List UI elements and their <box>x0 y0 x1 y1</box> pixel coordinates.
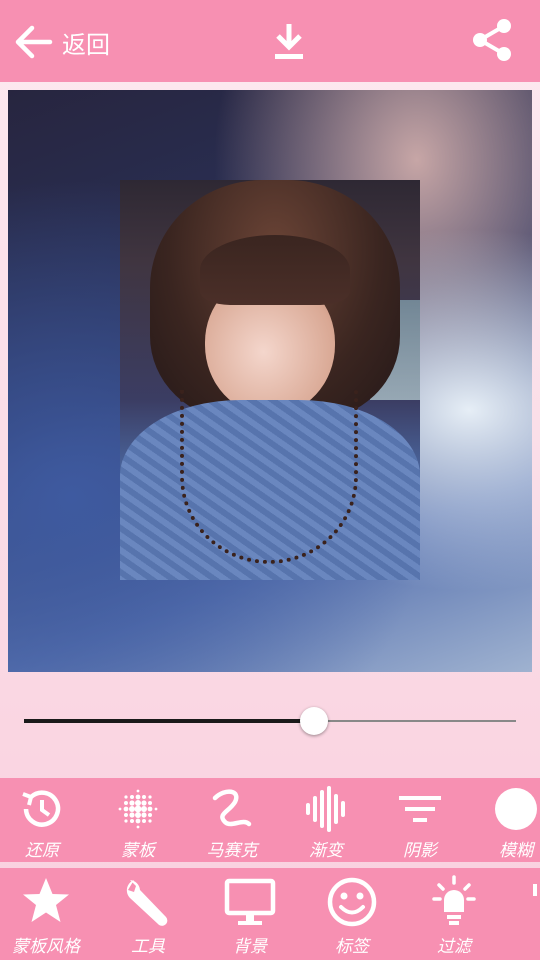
nav-tools-label: 工具 <box>131 937 165 957</box>
squiggle-icon <box>212 789 252 827</box>
wrench-icon <box>126 880 168 926</box>
nav-filters-label: 过滤 <box>437 937 471 957</box>
monitor-icon <box>224 878 276 925</box>
tool-restore[interactable]: 还原 <box>0 778 92 861</box>
tool-mask-label: 蒙板 <box>121 841 155 861</box>
tool-mosaic[interactable]: 马赛克 <box>182 778 282 861</box>
arrow-left-icon <box>15 25 53 59</box>
photo-necklace <box>180 390 358 564</box>
smiley-icon <box>327 877 377 927</box>
slider-fill <box>24 719 315 723</box>
tool-mosaic-label: 马赛克 <box>206 841 258 861</box>
effects-toolbar: 还原 蒙板 马赛克 渐变 阴影 模糊 <box>0 778 540 862</box>
download-icon <box>275 24 303 59</box>
tool-blur-label: 模糊 <box>499 841 533 861</box>
share-icon <box>473 19 511 61</box>
nav-mask-style[interactable]: 蒙板风格 <box>0 868 96 957</box>
tool-shadow-label: 阴影 <box>403 841 437 861</box>
portrait-photo[interactable] <box>120 180 420 580</box>
nav-stickers[interactable]: 标签 <box>302 868 402 957</box>
tool-gradient-label: 渐变 <box>309 841 343 861</box>
slider-thumb[interactable] <box>300 707 329 735</box>
lightbulb-icon <box>432 875 476 925</box>
top-bar: 返回 <box>0 0 540 82</box>
dot-grid-icon <box>118 789 158 829</box>
nav-stickers-label: 标签 <box>335 937 369 957</box>
tool-shadow[interactable]: 阴影 <box>370 778 470 861</box>
tool-gradient[interactable]: 渐变 <box>276 778 376 861</box>
main-toolbar: 蒙板风格 工具 背景 标签 过滤 <box>0 868 540 960</box>
filter-lines-icon <box>399 796 441 822</box>
share-button[interactable] <box>468 16 516 64</box>
tool-restore-label: 还原 <box>25 841 59 861</box>
sound-wave-icon <box>306 786 345 832</box>
nav-mask-style-label: 蒙板风格 <box>12 937 80 957</box>
back-button[interactable]: 返回 <box>12 18 110 66</box>
image-canvas[interactable] <box>8 90 532 672</box>
tool-mask[interactable]: 蒙板 <box>88 778 188 861</box>
history-icon <box>22 790 61 827</box>
nav-tools[interactable]: 工具 <box>98 868 198 957</box>
nav-background-label: 背景 <box>233 937 267 957</box>
circle-icon <box>495 788 537 830</box>
tool-blur[interactable]: 模糊 <box>466 778 540 861</box>
download-button[interactable] <box>266 18 312 64</box>
nav-filters[interactable]: 过滤 <box>404 868 504 957</box>
photo-bangs <box>200 235 350 305</box>
star-icon <box>23 878 69 922</box>
toolbar-overflow-edge <box>533 884 537 896</box>
nav-background[interactable]: 背景 <box>200 868 300 957</box>
back-label: 返回 <box>62 30 110 59</box>
intensity-slider[interactable] <box>24 700 516 744</box>
